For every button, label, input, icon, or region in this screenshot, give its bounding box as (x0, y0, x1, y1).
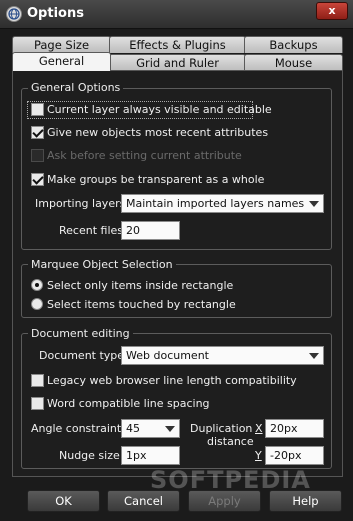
window-title: Options (27, 6, 84, 21)
select-touched-label[interactable]: Select items touched by rectangle (47, 298, 236, 311)
select-touched-radio[interactable] (31, 298, 43, 310)
close-icon: x (328, 4, 336, 17)
give-new-objects-label[interactable]: Give new objects most recent attributes (47, 126, 268, 139)
angle-constraint-value: 45 (126, 422, 140, 435)
apply-button: Apply (188, 490, 261, 512)
tab-mouse[interactable]: Mouse (244, 54, 343, 71)
ask-before-checkbox (31, 149, 44, 162)
document-type-value: Web document (126, 349, 209, 362)
word-compat-checkbox[interactable] (31, 397, 44, 410)
word-compat-label[interactable]: Word compatible line spacing (47, 397, 210, 410)
importing-layers-value: Maintain imported layers names (126, 197, 305, 210)
tab-effects-plugins[interactable]: Effects & Plugins (109, 36, 246, 53)
marquee-label: Marquee Object Selection (28, 258, 176, 271)
chevron-down-icon (309, 201, 319, 207)
make-groups-checkbox[interactable] (31, 173, 44, 186)
duplication-x-input[interactable]: 20px (265, 419, 324, 438)
ask-before-label: Ask before setting current attribute (47, 149, 242, 162)
document-type-select[interactable]: Web document (121, 346, 324, 365)
importing-layers-label: Importing layers (35, 197, 126, 210)
chevron-down-icon (309, 353, 319, 359)
importing-layers-select[interactable]: Maintain imported layers names (121, 194, 324, 213)
duplication-x-label: X (255, 422, 263, 435)
tab-grid-and-ruler[interactable]: Grid and Ruler (109, 54, 246, 71)
angle-constraint-label: Angle constraint (31, 422, 122, 435)
ok-button[interactable]: OK (27, 490, 100, 512)
distance-label: distance (207, 435, 254, 448)
nudge-size-input[interactable]: 1px (121, 446, 180, 465)
title-bar: Options x (0, 0, 353, 29)
current-layer-label[interactable]: Current layer always visible and editabl… (47, 103, 272, 116)
duplication-label: Duplication (190, 422, 253, 435)
recent-files-label: Recent files (59, 224, 123, 237)
current-layer-checkbox[interactable] (31, 103, 44, 116)
legacy-checkbox[interactable] (31, 374, 44, 387)
help-button[interactable]: Help (269, 490, 342, 512)
duplication-y-input[interactable]: -20px (265, 446, 324, 465)
select-inside-radio[interactable] (31, 279, 43, 291)
general-options-label: General Options (28, 81, 124, 94)
recent-files-input[interactable]: 20 (121, 221, 180, 240)
document-editing-label: Document editing (28, 327, 133, 340)
duplication-y-label: Y (255, 449, 262, 462)
tab-backups[interactable]: Backups (244, 36, 343, 53)
tab-general[interactable]: General (12, 52, 111, 71)
angle-constraint-select[interactable]: 45 (121, 419, 180, 438)
tab-page-size[interactable]: Page Size (12, 36, 111, 53)
document-type-label: Document type (39, 349, 125, 362)
legacy-label[interactable]: Legacy web browser line length compatibi… (47, 374, 297, 387)
cancel-button[interactable]: Cancel (107, 490, 180, 512)
nudge-size-label: Nudge size (59, 449, 120, 462)
make-groups-label[interactable]: Make groups be transparent as a whole (47, 173, 264, 186)
select-inside-label[interactable]: Select only items inside rectangle (47, 279, 233, 292)
give-new-objects-checkbox[interactable] (31, 126, 44, 139)
chevron-down-icon (165, 426, 175, 432)
app-globe-icon (6, 6, 22, 22)
close-button[interactable]: x (316, 2, 348, 20)
